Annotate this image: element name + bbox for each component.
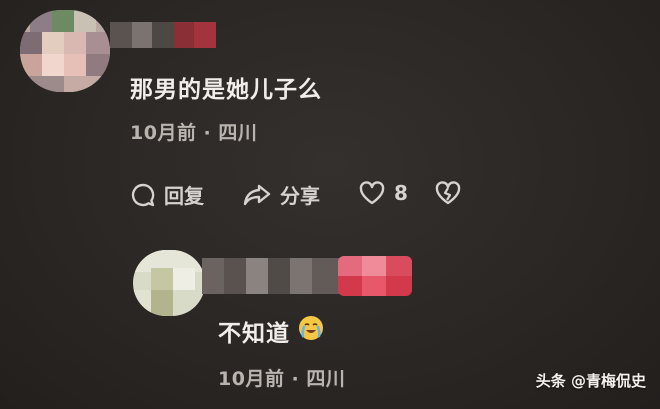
reply-text-content: 不知道 [218,321,290,347]
reply-text: 不知道 [218,314,324,348]
username-blurred[interactable] [110,22,218,48]
user-badge-blurred [338,256,412,296]
crying-emoji-icon [298,315,324,347]
share-button[interactable]: 分享 [242,180,320,209]
watermark: 头条 @青梅侃史 [535,372,646,390]
dislike-button[interactable] [434,180,462,206]
comment-meta: 10月前 · 四川 [130,122,258,144]
share-arrow-icon [242,182,272,208]
reply-meta: 10月前 · 四川 [218,368,346,390]
share-label: 分享 [280,184,320,208]
reply-username-blurred[interactable] [202,258,342,294]
broken-heart-icon [434,180,462,206]
reply-label: 回复 [164,184,204,208]
comment-bubble-icon [130,182,156,208]
like-count: 8 [394,181,408,205]
reply-avatar[interactable] [133,250,205,316]
like-button[interactable]: 8 [358,180,408,206]
reply-button[interactable]: 回复 [130,180,204,209]
heart-icon [358,180,386,206]
comment-text: 那男的是她儿子么 [130,77,322,103]
avatar[interactable] [20,10,110,92]
